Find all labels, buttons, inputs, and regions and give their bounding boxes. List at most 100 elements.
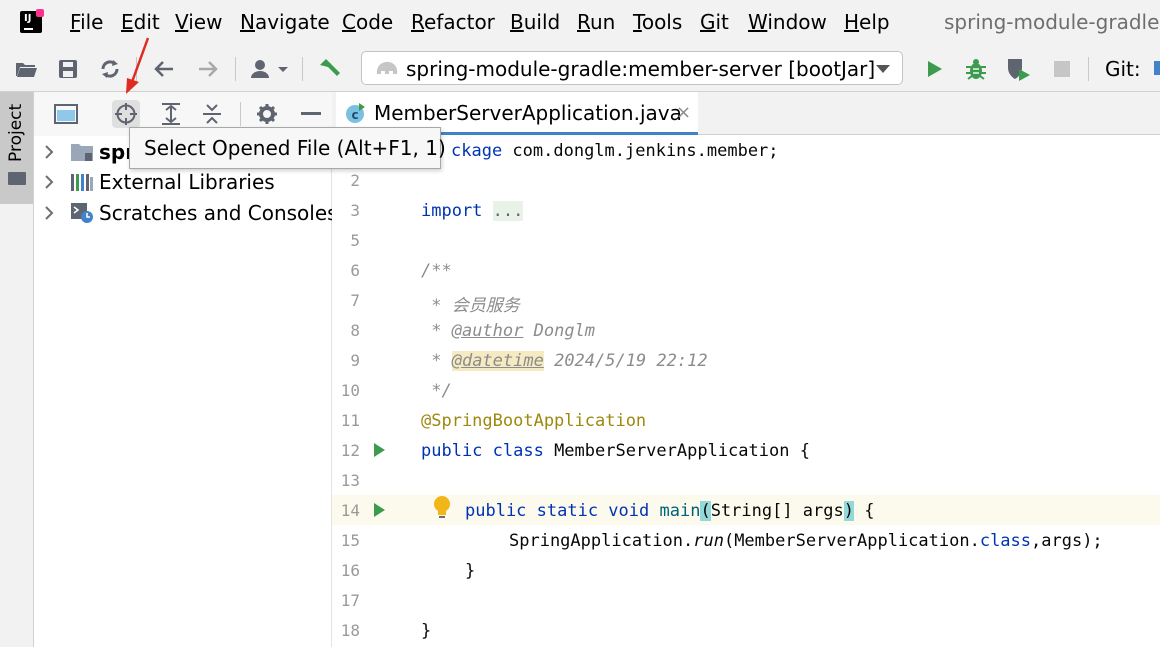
project-tool-window-tab[interactable]: Project bbox=[0, 92, 33, 204]
java-class-file-icon: c bbox=[346, 103, 365, 123]
chevron-right-icon[interactable] bbox=[42, 145, 56, 159]
line-number: 7 bbox=[350, 291, 360, 310]
menu-view[interactable]: View bbox=[175, 10, 222, 34]
line-number: 16 bbox=[340, 561, 360, 580]
line-number: 2 bbox=[350, 171, 360, 190]
collapse-all-icon[interactable] bbox=[198, 100, 226, 128]
line-number: 18 bbox=[340, 621, 360, 640]
window-title: spring-module-gradle bbox=[944, 10, 1160, 34]
close-icon[interactable]: × bbox=[676, 102, 691, 123]
gear-icon[interactable] bbox=[253, 100, 281, 128]
line-number: 15 bbox=[340, 531, 360, 550]
module-folder-icon bbox=[71, 144, 93, 161]
chevron-right-icon[interactable] bbox=[42, 206, 56, 220]
code-line-import: import ... bbox=[421, 201, 524, 221]
run-gutter-icon[interactable] bbox=[374, 443, 385, 457]
code-line-doc-close: */ bbox=[421, 381, 452, 401]
tree-item-scratches[interactable]: Scratches and Consoles bbox=[34, 198, 338, 228]
chevron-right-icon[interactable] bbox=[42, 175, 56, 189]
expand-all-icon[interactable] bbox=[157, 100, 185, 128]
run-icon[interactable] bbox=[921, 56, 947, 82]
user-icon[interactable] bbox=[247, 56, 291, 82]
lightbulb-icon[interactable] bbox=[432, 495, 452, 521]
project-view-icon[interactable] bbox=[52, 100, 80, 128]
build-hammer-icon[interactable] bbox=[316, 56, 342, 82]
gradle-elephant-icon bbox=[376, 61, 398, 74]
scratches-icon bbox=[71, 203, 93, 223]
crosshair-icon bbox=[115, 103, 137, 125]
code-line-close-inner: } bbox=[465, 561, 476, 581]
tooltip-text: Select Opened File (Alt+F1, 1) bbox=[144, 136, 446, 160]
code-line-doc-desc: * 会员服务 bbox=[421, 296, 520, 316]
code-line-doc-open: /** bbox=[421, 261, 452, 281]
git-label: Git: bbox=[1105, 57, 1141, 81]
menu-refactor[interactable]: Refactor bbox=[411, 10, 495, 34]
line-number: 5 bbox=[350, 231, 360, 250]
menu-window[interactable]: Window bbox=[748, 10, 827, 34]
line-number: 13 bbox=[340, 471, 360, 490]
code-line-run: SpringApplication.run(MemberServerApplic… bbox=[509, 531, 1103, 551]
git-branch-icon[interactable] bbox=[1154, 61, 1160, 75]
line-number: 3 bbox=[350, 201, 360, 220]
save-icon[interactable] bbox=[55, 56, 81, 82]
menu-bar: IJ File Edit View Navigate Code Refactor… bbox=[0, 0, 1160, 45]
run-configuration-dropdown[interactable]: spring-module-gradle:member-server [boot… bbox=[361, 51, 903, 85]
header-separator bbox=[240, 102, 241, 126]
debug-icon[interactable] bbox=[963, 56, 989, 82]
tree-item-label: External Libraries bbox=[99, 170, 275, 194]
folder-icon bbox=[8, 172, 26, 185]
menu-git[interactable]: Git bbox=[700, 10, 729, 34]
code-line-close-outer: } bbox=[421, 621, 432, 641]
svg-text:c: c bbox=[351, 108, 358, 122]
folded-imports[interactable]: ... bbox=[492, 201, 524, 221]
editor-tab-label: MemberServerApplication.java bbox=[374, 101, 682, 125]
project-tab-label: Project bbox=[6, 103, 26, 162]
editor-tab-bar: c MemberServerApplication.java × bbox=[332, 92, 1160, 135]
menu-navigate[interactable]: Navigate bbox=[240, 10, 330, 34]
run-gutter-icon[interactable] bbox=[374, 503, 385, 517]
line-number: 9 bbox=[350, 351, 360, 370]
select-opened-file-button[interactable] bbox=[112, 100, 140, 128]
tree-item-external-libraries[interactable]: External Libraries bbox=[34, 167, 332, 197]
toolbar-separator bbox=[1088, 57, 1089, 81]
menu-edit[interactable]: Edit bbox=[121, 10, 160, 34]
line-number: 10 bbox=[340, 381, 360, 400]
run-configuration-label: spring-module-gradle:member-server [boot… bbox=[406, 57, 876, 81]
toolbar-separator bbox=[302, 57, 303, 81]
line-number: 11 bbox=[340, 411, 360, 430]
menu-run[interactable]: Run bbox=[577, 10, 615, 34]
menu-code[interactable]: Code bbox=[342, 10, 393, 34]
line-number: 8 bbox=[350, 321, 360, 340]
code-line-doc-author: * @author Donglm bbox=[421, 321, 596, 341]
tooltip: Select Opened File (Alt+F1, 1) bbox=[129, 127, 446, 169]
stop-icon[interactable] bbox=[1049, 56, 1075, 82]
red-annotation-arrow-icon bbox=[126, 37, 150, 94]
code-line-main: public static void main(String[] args) { bbox=[465, 501, 875, 521]
minimize-icon[interactable] bbox=[297, 100, 325, 128]
intellij-logo-icon: IJ bbox=[20, 9, 44, 33]
toolbar-separator bbox=[235, 57, 236, 81]
back-arrow-icon[interactable] bbox=[151, 56, 177, 82]
line-number: 17 bbox=[340, 591, 360, 610]
coverage-icon[interactable] bbox=[1005, 56, 1031, 82]
tree-item-label: Scratches and Consoles bbox=[99, 201, 338, 225]
menu-help[interactable]: Help bbox=[844, 10, 890, 34]
menu-file[interactable]: File bbox=[70, 10, 103, 34]
tool-window-stripe: Project bbox=[0, 92, 34, 647]
code-line-annotation: @SpringBootApplication bbox=[421, 411, 647, 431]
code-line-doc-datetime: * @datetime 2024/5/19 22:12 bbox=[421, 351, 708, 371]
open-folder-icon[interactable] bbox=[13, 56, 39, 82]
code-line-class: public class MemberServerApplication { bbox=[421, 441, 810, 461]
chevron-down-icon bbox=[876, 65, 890, 73]
menu-build[interactable]: Build bbox=[510, 10, 560, 34]
line-number: 12 bbox=[340, 441, 360, 460]
code-editor[interactable]: ckage com.donglm.jenkins.member; 2 3 imp… bbox=[332, 135, 1160, 647]
forward-arrow-icon[interactable] bbox=[195, 56, 221, 82]
line-number: 14 bbox=[340, 501, 360, 520]
project-tree: spr External Libraries Scratches and Con… bbox=[34, 136, 338, 647]
line-number: 6 bbox=[350, 261, 360, 280]
menu-tools[interactable]: Tools bbox=[633, 10, 682, 34]
main-toolbar: spring-module-gradle:member-server [boot… bbox=[0, 45, 1160, 92]
libraries-icon bbox=[71, 174, 93, 191]
code-line-package: ckage com.donglm.jenkins.member; bbox=[451, 141, 779, 161]
